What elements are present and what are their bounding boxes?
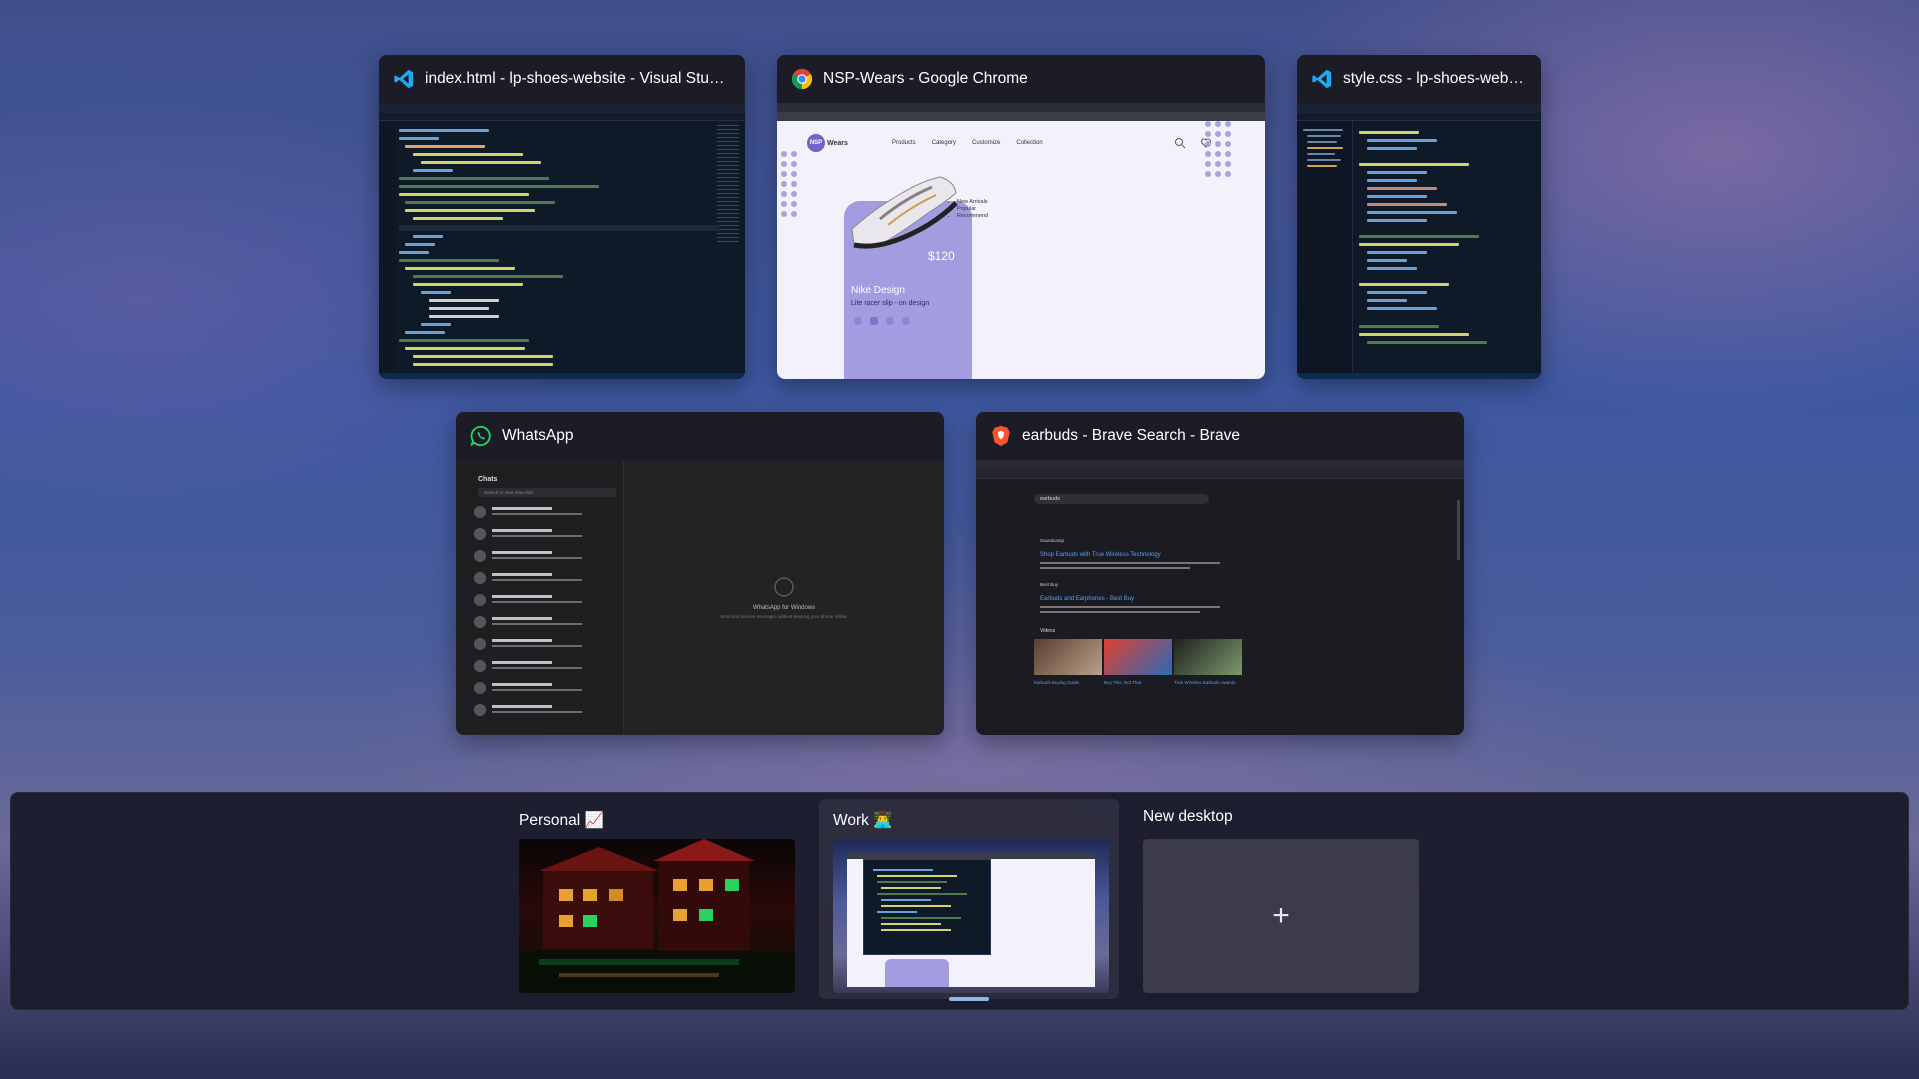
desktop-label: Work 👨‍💻 (833, 812, 893, 829)
search-icon (1175, 138, 1186, 149)
brave-search-box: earbuds (1034, 494, 1209, 504)
chats-header: Chats (478, 476, 498, 483)
google-chrome-icon (791, 68, 813, 90)
window-whatsapp[interactable]: WhatsApp Chats Search or start new chat … (456, 412, 944, 735)
window-title: index.html - lp-shoes-website - Visual S… (425, 70, 731, 87)
new-desktop-button[interactable]: + (1143, 839, 1419, 993)
result-title: Shop Earbuds with True Wireless Technolo… (1040, 552, 1161, 558)
window-title-bar: NSP-Wears - Google Chrome (777, 55, 1265, 103)
nav-link: Customize (972, 140, 1001, 146)
product-list: New Arrivals Popular Recommend (949, 199, 988, 220)
site-logo: NSP Wears (807, 134, 848, 152)
whatsapp-icon (470, 425, 491, 447)
desktop-thumbnail[interactable] (519, 839, 795, 993)
window-preview: earbuds Soundcamp Shop Earbuds with True… (976, 460, 1464, 735)
desktop-thumbnail[interactable] (833, 839, 1109, 993)
nav-link: Products (892, 140, 916, 146)
window-preview (1297, 103, 1541, 379)
window-title-bar: style.css - lp-shoes-websi... (1297, 55, 1541, 103)
decor-dots-left (781, 151, 797, 217)
sneaker-image (851, 176, 958, 249)
active-desktop-indicator (949, 997, 989, 1001)
plus-icon: + (1272, 899, 1290, 932)
virtual-desktops-bar: Personal 📈 (10, 792, 1909, 1010)
videos-label: Videos (1040, 628, 1056, 634)
product-name: Nike Design (851, 285, 905, 296)
nav-link: Collection (1016, 140, 1043, 146)
nav-link: Category (931, 140, 957, 146)
desktop-new[interactable]: New desktop + (1129, 793, 1419, 1011)
whatsapp-welcome: WhatsApp for Windows Send and receive me… (624, 576, 944, 619)
decor-dots-right (1205, 121, 1231, 177)
window-brave[interactable]: earbuds - Brave Search - Brave earbuds S… (976, 412, 1464, 735)
window-preview: NSP Wears Products Category Customize Co… (777, 103, 1265, 379)
window-title: style.css - lp-shoes-websi... (1343, 70, 1527, 87)
visual-studio-code-icon (394, 69, 414, 89)
window-chrome-nsp-wears[interactable]: NSP-Wears - Google Chrome NSP Wears Prod… (777, 55, 1265, 379)
result-site: Best Buy (1040, 582, 1059, 587)
window-title: NSP-Wears - Google Chrome (823, 70, 1028, 87)
chat-search: Search or start new chat (478, 488, 616, 497)
result-site: Soundcamp (1040, 538, 1065, 543)
window-vscode-style[interactable]: style.css - lp-shoes-websi... (1297, 55, 1541, 379)
window-title: WhatsApp (502, 427, 574, 444)
window-title: earbuds - Brave Search - Brave (1022, 427, 1240, 444)
window-preview (379, 103, 745, 379)
product-subtitle: Lite racer slip - on design (851, 300, 930, 307)
wallpaper-house-image (519, 839, 795, 993)
desktop-work[interactable]: Work 👨‍💻 (819, 793, 1119, 1011)
brave-icon (992, 425, 1010, 447)
visual-studio-code-icon (1312, 69, 1332, 89)
window-title-bar: earbuds - Brave Search - Brave (976, 412, 1464, 460)
laptop-icon (774, 577, 794, 597)
desktop-label: Personal 📈 (519, 812, 604, 829)
window-preview: Chats Search or start new chat WhatsApp … (456, 460, 944, 735)
window-vscode-index[interactable]: index.html - lp-shoes-website - Visual S… (379, 55, 745, 379)
new-desktop-label: New desktop (1143, 808, 1233, 825)
window-title-bar: index.html - lp-shoes-website - Visual S… (379, 55, 745, 103)
desktop-personal[interactable]: Personal 📈 (509, 793, 799, 1011)
window-title-bar: WhatsApp (456, 412, 944, 460)
result-title: Earbuds and Earphones - Best Buy (1040, 596, 1135, 602)
